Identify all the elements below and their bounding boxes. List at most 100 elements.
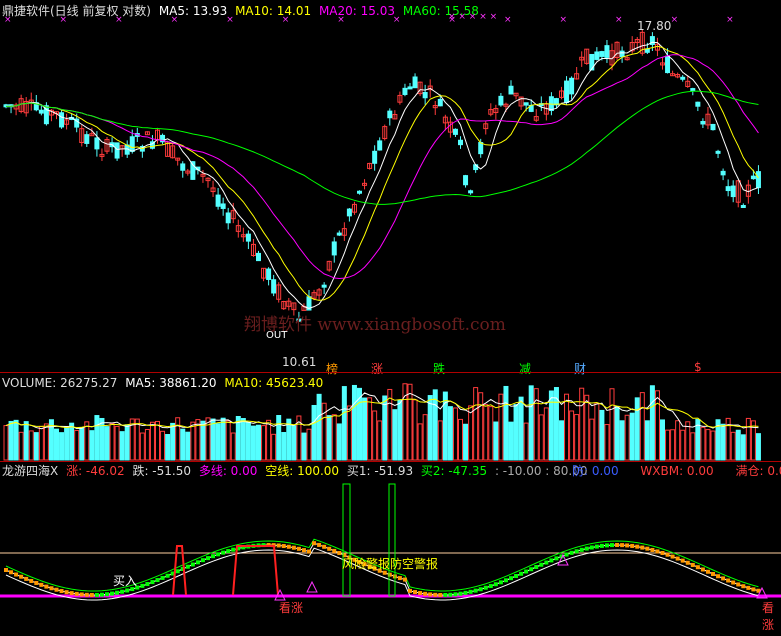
- indicator-dot: [645, 546, 650, 551]
- indicator-dot: [99, 592, 104, 597]
- indicator-dot: [231, 547, 236, 552]
- indicator-dot: [115, 590, 120, 595]
- warning-label: 风险警报防空警报: [342, 557, 439, 571]
- indicator-dot: [695, 565, 700, 570]
- indicator-dot: [402, 577, 407, 582]
- indicator-dot: [175, 569, 180, 574]
- indicator-dot: [569, 550, 574, 555]
- indicator-dot: [4, 568, 8, 572]
- indicator-dot: [685, 560, 690, 565]
- indicator-dot: [14, 572, 19, 577]
- indicator-dot: [741, 584, 746, 589]
- indicator-dot: [413, 590, 418, 595]
- indicator-dot: [660, 550, 665, 555]
- indicator-dot: [286, 544, 291, 549]
- indicator-dot: [39, 582, 44, 587]
- indicator-dot: [397, 576, 402, 581]
- indicator-dot: [498, 580, 503, 585]
- kanzhang-label: 看涨: [279, 601, 304, 615]
- indicator-dot: [700, 567, 705, 572]
- indicator-dot: [190, 562, 195, 567]
- indicator-dot: [438, 592, 443, 597]
- indicator-dot: [160, 575, 165, 580]
- indicator-dot: [312, 541, 317, 546]
- indicator-dot: [716, 574, 721, 579]
- indicator-dot: [206, 556, 210, 561]
- indicator-dot: [200, 558, 205, 563]
- indicator-dot: [675, 556, 680, 561]
- indicator-dot: [463, 590, 468, 595]
- indicator-dot: [150, 580, 155, 585]
- indicator-dot: [276, 543, 281, 548]
- indicator-dot: [655, 549, 660, 554]
- indicator-dot: [125, 588, 130, 593]
- indicator-dot: [736, 582, 741, 587]
- indicator-dot: [594, 544, 599, 549]
- indicator-dot: [69, 591, 74, 596]
- indicator-dot: [483, 585, 488, 590]
- indicator-dot: [110, 591, 115, 596]
- indicator-dot: [539, 562, 544, 567]
- indicator-dot: [604, 543, 609, 548]
- indicator-dot: [635, 544, 640, 549]
- indicator-dot: [503, 578, 508, 583]
- indicator-dot: [423, 591, 428, 596]
- indicator-dot: [428, 592, 433, 597]
- indicator-dot: [408, 588, 412, 593]
- indicator-dot: [140, 583, 145, 588]
- indicator-dot: [751, 587, 756, 592]
- indicator-chart[interactable]: [0, 0, 781, 636]
- indicator-dot: [226, 549, 231, 554]
- top-x-markers: × × × × ×: [448, 12, 498, 22]
- indicator-dot: [468, 589, 473, 594]
- indicator-dot: [34, 580, 39, 585]
- indicator-dot: [49, 586, 54, 591]
- indicator-dot: [433, 592, 438, 597]
- indicator-dot: [89, 592, 94, 597]
- indicator-dot: [54, 587, 59, 592]
- indicator-dot: [64, 590, 69, 595]
- indicator-dot: [84, 592, 89, 597]
- triangle-marker: [306, 580, 318, 593]
- indicator-dot: [155, 578, 160, 583]
- indicator-dot: [529, 567, 534, 572]
- indicator-dot: [418, 591, 423, 596]
- indicator-dot: [79, 592, 84, 597]
- indicator-dot: [216, 552, 221, 557]
- indicator-dot: [615, 543, 620, 548]
- indicator-dot: [332, 548, 337, 553]
- indicator-dot: [630, 543, 635, 548]
- indicator-dot: [574, 549, 579, 554]
- indicator-dot: [9, 570, 14, 575]
- indicator-dot: [620, 543, 625, 548]
- indicator-dot: [307, 549, 311, 554]
- indicator-dot: [221, 550, 226, 555]
- indicator-dot: [640, 545, 645, 550]
- indicator-dot: [94, 592, 99, 597]
- indicator-dot: [301, 548, 306, 553]
- kanzhang-label-right: 看涨: [762, 601, 775, 632]
- indicator-dot: [448, 592, 453, 597]
- indicator-dot: [478, 587, 483, 592]
- indicator-dot: [458, 591, 463, 596]
- indicator-dot: [281, 544, 286, 549]
- indicator-dot: [337, 551, 342, 556]
- buy-label: 买入: [113, 574, 138, 588]
- indicator-dot: [534, 564, 539, 569]
- indicator-dot: [317, 542, 322, 547]
- indicator-dot: [711, 572, 715, 577]
- indicator-dot: [165, 573, 170, 578]
- indicator-dot: [74, 591, 79, 596]
- indicator-dot: [610, 543, 614, 548]
- indicator-dot: [731, 580, 736, 585]
- indicator-dot: [721, 576, 726, 581]
- indicator-dot: [599, 543, 604, 548]
- indicator-dot: [488, 584, 493, 589]
- indicator-dot: [524, 569, 529, 574]
- indicator-dot: [670, 554, 675, 559]
- green-bar: [342, 483, 351, 597]
- indicator-dot: [473, 588, 478, 593]
- indicator-dot: [59, 589, 64, 594]
- indicator-dot: [443, 592, 448, 597]
- indicator-dot: [24, 576, 29, 581]
